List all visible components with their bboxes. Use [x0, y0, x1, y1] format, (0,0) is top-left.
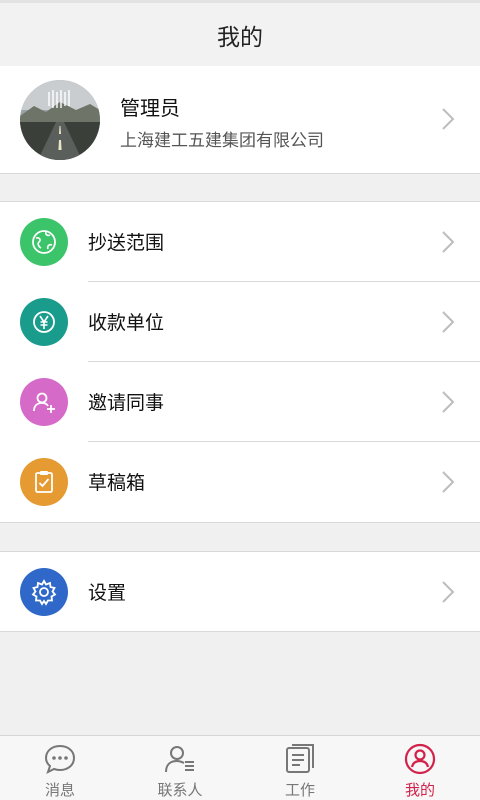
- settings-section: 设置: [0, 551, 480, 632]
- tab-label: 工作: [284, 781, 315, 799]
- menu-item-payee[interactable]: 收款单位: [0, 282, 480, 362]
- tab-contacts[interactable]: 联系人: [120, 736, 240, 800]
- globe-icon: [20, 218, 68, 266]
- menu-item-label: 收款单位: [88, 312, 165, 334]
- tab-label: 消息: [44, 781, 75, 799]
- tab-label: 我的: [404, 781, 435, 799]
- avatar[interactable]: [20, 80, 100, 160]
- contact-icon: [165, 746, 194, 773]
- tab-work[interactable]: 工作: [240, 736, 360, 800]
- menu-item-drafts[interactable]: 草稿箱: [0, 442, 480, 522]
- page-title: 我的: [217, 24, 263, 51]
- chevron-right-icon: [442, 108, 455, 130]
- user-company: 上海建工五建集团有限公司: [120, 131, 324, 151]
- yen-icon: [20, 298, 68, 346]
- chevron-right-icon: [442, 311, 455, 333]
- menu-item-label: 邀请同事: [88, 392, 165, 414]
- chevron-right-icon: [442, 471, 455, 493]
- tab-label: 联系人: [157, 781, 203, 799]
- add-person-icon: [20, 378, 68, 426]
- menu-item-label: 草稿箱: [88, 472, 146, 494]
- user-circle-icon: [404, 743, 436, 775]
- bottom-tab-bar: 消息 联系人 工作 我的: [0, 735, 480, 800]
- tab-messages[interactable]: 消息: [0, 736, 120, 800]
- menu-item-invite-colleague[interactable]: 邀请同事: [0, 362, 480, 442]
- user-name: 管理员: [120, 96, 180, 120]
- menu-list: 抄送范围 收款单位 邀请同事 草稿箱: [0, 201, 480, 523]
- menu-item-label: 抄送范围: [88, 232, 165, 254]
- gear-icon: [20, 568, 68, 616]
- menu-item-settings[interactable]: 设置: [0, 552, 480, 632]
- menu-item-label: 设置: [88, 582, 127, 604]
- tab-mine[interactable]: 我的: [360, 736, 480, 800]
- clipboard-check-icon: [20, 458, 68, 506]
- menu-item-cc-scope[interactable]: 抄送范围: [0, 202, 480, 282]
- document-icon: [286, 744, 314, 773]
- chat-bubble-icon: [44, 744, 76, 774]
- profile-card[interactable]: 管理员 上海建工五建集团有限公司: [0, 66, 480, 174]
- chevron-right-icon: [442, 581, 455, 603]
- chevron-right-icon: [442, 231, 455, 253]
- top-header: 我的: [0, 0, 480, 66]
- chevron-right-icon: [442, 391, 455, 413]
